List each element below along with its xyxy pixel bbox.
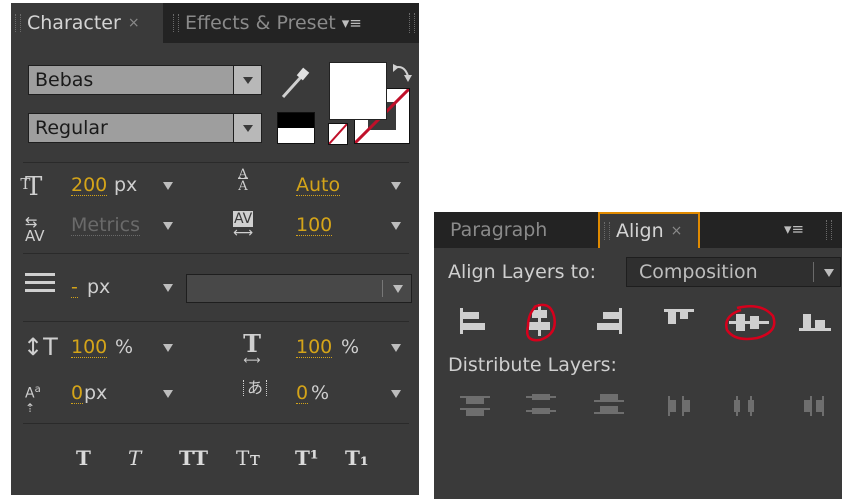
- panel-menu-icon[interactable]: ▾≡: [342, 14, 362, 32]
- baseline-shift-icon[interactable]: Aa ⇡: [25, 383, 41, 415]
- distribute-layers-label: Distribute Layers:: [448, 354, 617, 376]
- baseline-shift-unit: px: [84, 382, 108, 404]
- tracking-value[interactable]: 100: [296, 215, 333, 236]
- kerning-dropdown-arrow[interactable]: [163, 222, 173, 230]
- align-to-value: Composition: [639, 261, 758, 283]
- tab-effects-label: Effects & Preset: [185, 12, 336, 34]
- align-layers-to-label: Align Layers to:: [448, 261, 597, 283]
- character-panel: Character × Effects & Preset ▾≡ Bebas Re…: [11, 3, 419, 495]
- swap-colors-icon[interactable]: [391, 62, 413, 86]
- faux-bold-button[interactable]: T: [76, 446, 91, 470]
- eyedropper-icon[interactable]: [279, 65, 313, 101]
- no-fill-swatch[interactable]: [328, 123, 348, 145]
- horizontal-scale-icon[interactable]: T ⟷: [234, 332, 270, 367]
- horizontal-scale-dropdown-arrow[interactable]: [391, 344, 401, 352]
- vertical-scale-dropdown-arrow[interactable]: [163, 344, 173, 352]
- tab-character-label: Character: [27, 12, 121, 34]
- distribute-top-icon[interactable]: [458, 390, 494, 420]
- font-size-icon[interactable]: TT: [20, 173, 52, 204]
- leading-value[interactable]: Auto: [296, 175, 341, 196]
- baseline-shift-value[interactable]: 0: [71, 383, 84, 404]
- small-caps-button[interactable]: Tт: [236, 446, 260, 470]
- tab-align[interactable]: Align ×: [598, 212, 700, 248]
- tsume-dropdown-arrow[interactable]: [391, 390, 401, 398]
- align-left-icon[interactable]: [456, 306, 490, 336]
- stroke-width-unit: px: [87, 276, 111, 298]
- faux-italic-button[interactable]: T: [128, 446, 141, 470]
- kerning-icon[interactable]: ⇆ AV: [25, 215, 45, 244]
- panel-grip-icon[interactable]: [604, 222, 610, 240]
- font-style-dropdown[interactable]: Regular: [28, 113, 234, 143]
- kerning-value[interactable]: Metrics: [71, 215, 140, 236]
- stroke-width-dropdown-arrow[interactable]: [163, 284, 173, 292]
- panel-grip-icon[interactable]: [826, 220, 832, 240]
- font-family-dropdown[interactable]: Bebas: [28, 65, 234, 95]
- stroke-style-dropdown[interactable]: [186, 274, 412, 303]
- superscript-button[interactable]: T¹: [295, 446, 319, 470]
- tsume-unit: %: [311, 382, 330, 404]
- stroke-width-value[interactable]: -: [71, 277, 78, 298]
- fill-color-swatch[interactable]: [329, 62, 387, 120]
- align-to-dropdown[interactable]: Composition: [626, 257, 841, 287]
- horizontal-scale-value[interactable]: 100: [296, 337, 333, 358]
- close-icon[interactable]: ×: [671, 223, 683, 239]
- tsume-value[interactable]: 0: [296, 383, 309, 404]
- align-vertical-center-icon[interactable]: [723, 302, 777, 344]
- vertical-scale-value[interactable]: 100: [71, 337, 108, 358]
- tab-align-label: Align: [616, 220, 664, 242]
- leading-icon[interactable]: AA: [233, 168, 253, 194]
- vertical-scale-icon[interactable]: ↕T: [23, 334, 58, 360]
- baseline-shift-dropdown-arrow[interactable]: [163, 390, 173, 398]
- separator: [23, 321, 409, 322]
- stroke-width-icon[interactable]: [25, 273, 55, 292]
- panel-grip-icon[interactable]: [409, 13, 415, 33]
- all-caps-button[interactable]: TT: [179, 446, 208, 470]
- font-size-dropdown-arrow[interactable]: [163, 182, 173, 190]
- align-panel: Paragraph Align × ▾≡ Align Layers to: Co…: [434, 212, 842, 499]
- leading-dropdown-arrow[interactable]: [391, 182, 401, 190]
- close-icon[interactable]: ×: [128, 15, 140, 31]
- align-tab-bar: Paragraph Align × ▾≡: [434, 212, 842, 248]
- align-horizontal-center-icon[interactable]: [520, 302, 560, 342]
- font-style-dropdown-button[interactable]: [233, 113, 262, 143]
- horizontal-scale-unit: %: [341, 336, 360, 358]
- separator: [23, 162, 409, 163]
- vertical-scale-unit: %: [115, 336, 134, 358]
- panel-grip-icon[interactable]: [15, 14, 21, 32]
- separator: [23, 423, 409, 424]
- align-right-icon[interactable]: [592, 306, 626, 336]
- separator: [23, 253, 409, 254]
- character-tab-bar: Character × Effects & Preset ▾≡: [11, 3, 419, 43]
- distribute-vcenter-icon[interactable]: [524, 390, 560, 420]
- align-top-icon[interactable]: [662, 306, 696, 336]
- tracking-dropdown-arrow[interactable]: [391, 222, 401, 230]
- distribute-hcenter-icon[interactable]: [730, 394, 762, 418]
- distribute-bottom-icon[interactable]: [592, 390, 628, 420]
- align-bottom-icon[interactable]: [797, 306, 835, 336]
- tracking-icon[interactable]: AV ⟷: [233, 211, 254, 240]
- tab-character[interactable]: Character ×: [11, 3, 163, 43]
- subscript-button[interactable]: T₁: [345, 446, 369, 470]
- tab-effects-presets[interactable]: Effects & Preset ▾≡: [169, 3, 399, 43]
- font-size-value[interactable]: 200: [71, 175, 108, 196]
- tsume-icon[interactable]: あ: [243, 380, 268, 396]
- font-size-unit: px: [114, 174, 138, 196]
- font-family-dropdown-button[interactable]: [233, 65, 262, 95]
- panel-grip-icon[interactable]: [173, 14, 179, 32]
- tab-paragraph-label: Paragraph: [450, 219, 548, 241]
- panel-menu-icon[interactable]: ▾≡: [784, 220, 804, 238]
- black-white-swatch[interactable]: [277, 112, 315, 144]
- tab-paragraph[interactable]: Paragraph: [450, 212, 600, 248]
- distribute-left-icon[interactable]: [664, 394, 696, 418]
- distribute-right-icon[interactable]: [800, 394, 832, 418]
